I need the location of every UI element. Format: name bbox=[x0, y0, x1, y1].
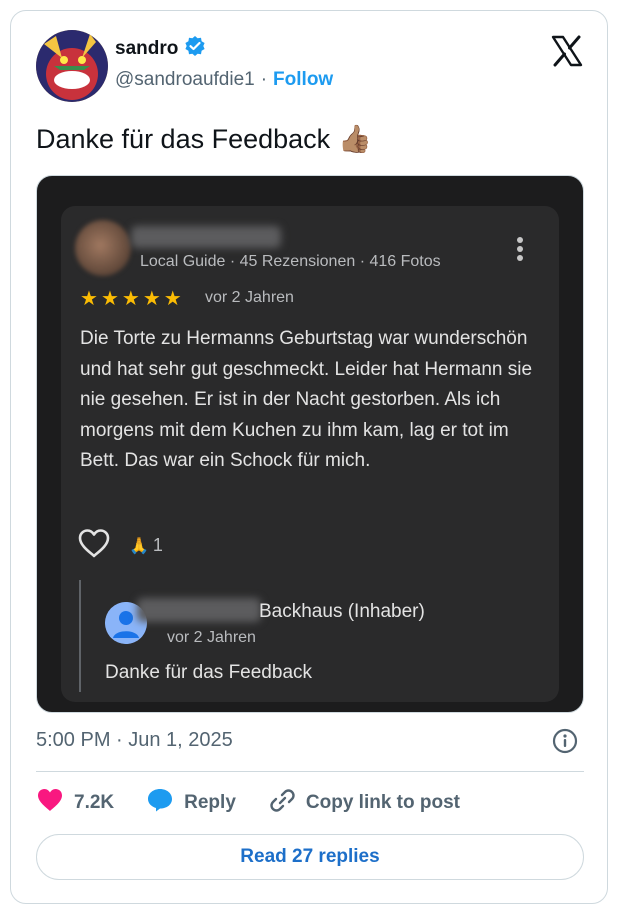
owner-reply-text: Danke für das Feedback bbox=[105, 662, 313, 683]
heart-outline-icon[interactable] bbox=[77, 528, 111, 563]
follow-button[interactable]: Follow bbox=[273, 69, 333, 91]
author-avatar[interactable] bbox=[36, 30, 108, 102]
tweet-text: Danke für das Feedback bbox=[36, 123, 331, 154]
more-vertical-icon[interactable] bbox=[516, 236, 524, 267]
star-icon: ★ bbox=[121, 288, 140, 310]
read-replies-button[interactable]: Read 27 replies bbox=[36, 834, 584, 880]
review-date: vor 2 Jahren bbox=[205, 289, 294, 306]
verified-badge-icon bbox=[184, 35, 206, 62]
review-screenshot[interactable]: Local Guide · 45 Rezensionen · 416 Fotos… bbox=[36, 175, 584, 713]
review-text: Die Torte zu Hermanns Geburtstag war wun… bbox=[80, 328, 533, 471]
speech-bubble-icon bbox=[146, 787, 174, 819]
thumbs-up-emoji: 👍🏽 bbox=[338, 124, 372, 154]
reply-label: Reply bbox=[184, 792, 236, 813]
reaction-count: 1 bbox=[152, 535, 163, 555]
author-handle[interactable]: @sandroaufdie1 bbox=[115, 69, 255, 91]
reviewer-meta: Local Guide · 45 Rezensionen · 416 Fotos bbox=[140, 253, 441, 270]
star-icon: ★ bbox=[163, 288, 182, 310]
star-icon: ★ bbox=[100, 288, 119, 310]
reviewer-avatar-blurred bbox=[75, 220, 131, 276]
handle-separator: · bbox=[260, 69, 268, 90]
heart-filled-icon bbox=[36, 787, 64, 819]
tweet-card: sandro @sandroaufdie1 · Follow Danke für… bbox=[10, 10, 608, 904]
star-rating: ★ ★ ★ ★ ★ bbox=[80, 286, 182, 311]
tweet-timestamp[interactable]: 5:00 PM · Jun 1, 2025 bbox=[36, 729, 233, 752]
info-icon[interactable] bbox=[552, 728, 578, 759]
copy-link-button[interactable]: Copy link to post bbox=[268, 787, 460, 819]
reply-button[interactable]: Reply bbox=[146, 787, 236, 819]
prayer-hands-icon: 🙏 bbox=[129, 537, 149, 555]
star-icon: ★ bbox=[142, 288, 161, 310]
like-button[interactable]: 7.2K bbox=[36, 787, 114, 819]
star-icon: ★ bbox=[80, 288, 98, 310]
x-logo-icon[interactable] bbox=[551, 35, 583, 67]
owner-reply-date: vor 2 Jahren bbox=[167, 629, 256, 646]
reviewer-name-blurred bbox=[131, 226, 281, 248]
copy-link-label: Copy link to post bbox=[305, 792, 460, 813]
link-icon bbox=[268, 787, 296, 819]
action-bar: 7.2K Reply Copy link to post bbox=[36, 787, 492, 819]
like-count: 7.2K bbox=[74, 792, 115, 813]
review-card: Local Guide · 45 Rezensionen · 416 Fotos… bbox=[61, 206, 559, 702]
divider bbox=[36, 771, 584, 772]
owner-reply: Backhaus (Inhaber) vor 2 Jahren Danke fü… bbox=[79, 580, 541, 692]
owner-name: Backhaus (Inhaber) bbox=[259, 601, 425, 622]
owner-name-blurred bbox=[137, 598, 261, 622]
author-display-name[interactable]: sandro bbox=[115, 38, 178, 60]
